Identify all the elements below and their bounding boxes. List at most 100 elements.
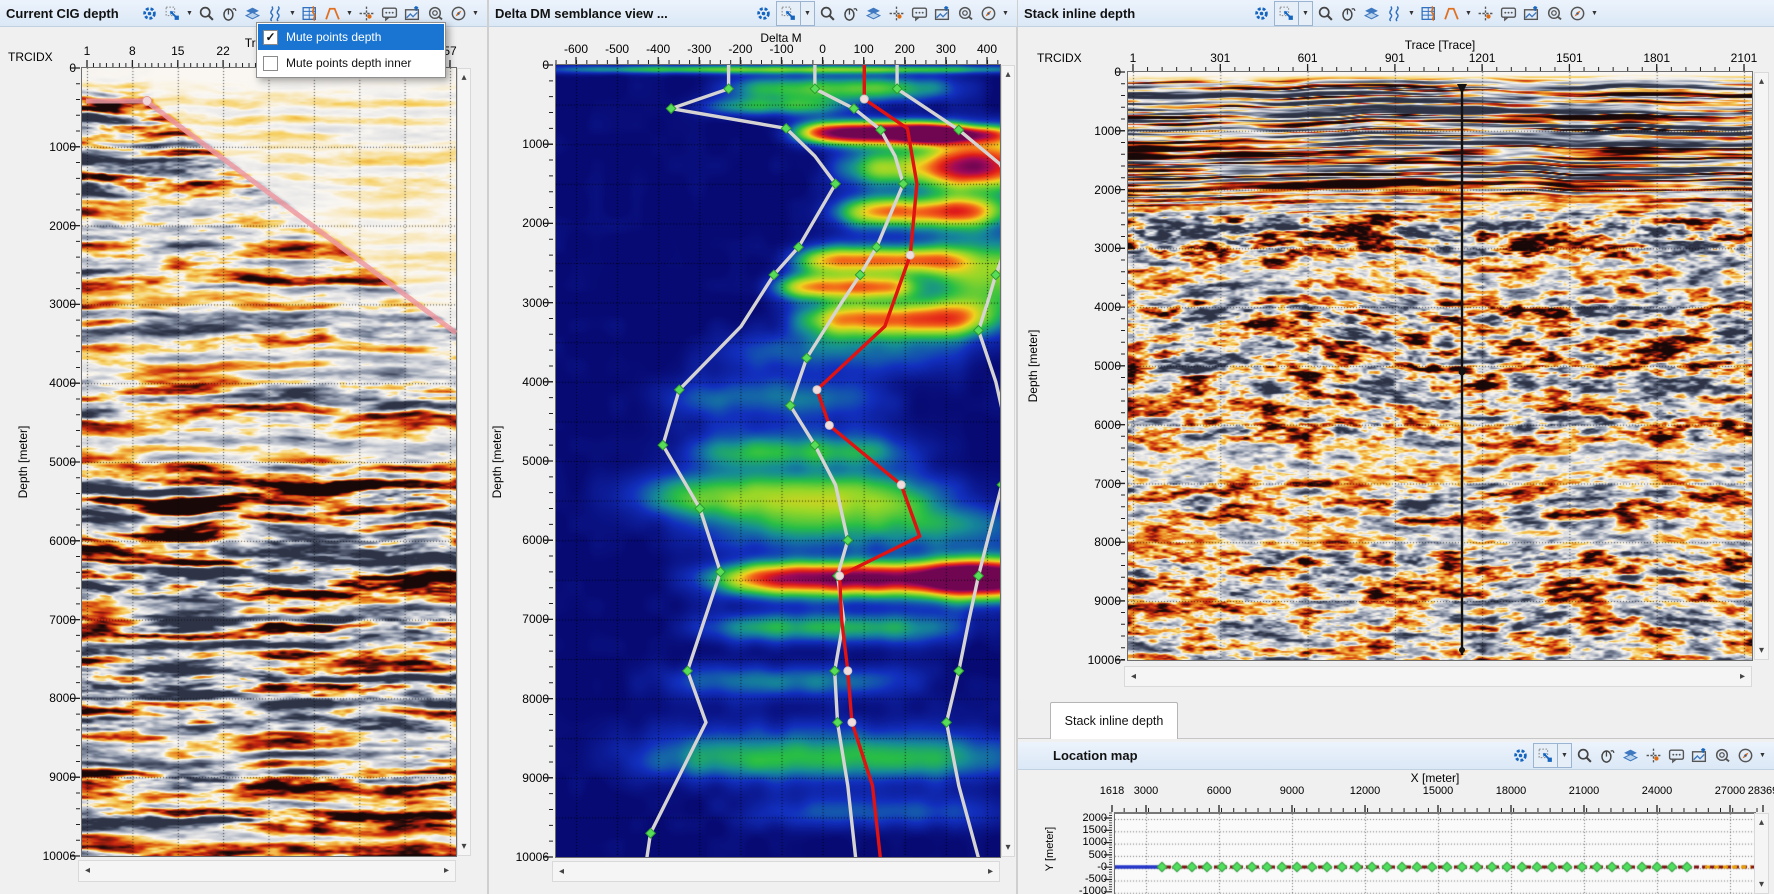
scroll-arrow[interactable]: ▾ — [1755, 644, 1768, 657]
chevron-down-icon[interactable]: ▼ — [801, 10, 814, 17]
panel-title: Current CIG depth — [6, 6, 119, 21]
chevron-down-icon[interactable]: ▼ — [184, 10, 195, 17]
semblance-image[interactable] — [556, 65, 1000, 857]
chevron-down-icon[interactable]: ▼ — [1406, 10, 1417, 17]
image-export-icon[interactable] — [1520, 2, 1543, 25]
app-root: Current CIG depth ▼▼▼▼ Delta DM semblanc… — [0, 0, 1774, 894]
compass-icon[interactable] — [1566, 2, 1589, 25]
menu-item-mute-points-depth[interactable]: ✓ Mute points depth — [258, 24, 444, 50]
scroll-arrow[interactable]: ◂ — [555, 862, 568, 881]
stack-seismic-image[interactable] — [1128, 72, 1752, 660]
scroll-arrow[interactable]: ▸ — [440, 861, 453, 881]
cig-h-scrollbar[interactable]: ◂▸ — [78, 860, 456, 882]
mouse-icon[interactable] — [1337, 2, 1360, 25]
scroll-arrow[interactable]: ▾ — [1755, 878, 1768, 891]
crosshair-icon[interactable] — [885, 2, 908, 25]
tab-stack-inline-depth[interactable]: Stack inline depth — [1050, 702, 1178, 739]
chevron-down-icon[interactable]: ▼ — [470, 10, 481, 17]
zoom-icon[interactable] — [1314, 2, 1337, 25]
gear-icon[interactable] — [138, 2, 161, 25]
scroll-arrow[interactable]: ◂ — [1127, 667, 1140, 686]
select-button-group: ▼ — [1533, 743, 1572, 768]
chevron-down-icon[interactable]: ▼ — [1463, 10, 1474, 17]
crosshair-icon[interactable] — [1474, 2, 1497, 25]
cig-plot[interactable] — [81, 67, 457, 857]
zoom-icon[interactable] — [1573, 744, 1596, 767]
semblance-plot[interactable] — [555, 64, 1001, 858]
scroll-arrow[interactable]: ▴ — [458, 71, 470, 84]
wiggle-icon[interactable] — [1383, 2, 1406, 25]
zoom-1-1-icon[interactable] — [954, 2, 977, 25]
stack-plot[interactable] — [1127, 71, 1753, 661]
semblance-x-axis-label: Delta M — [760, 31, 801, 45]
stack-x-axis-label: Trace [Trace] — [1405, 38, 1475, 52]
checkbox-unchecked-icon — [263, 56, 278, 71]
zoom-icon[interactable] — [195, 2, 218, 25]
wiggle-table-icon[interactable] — [1417, 2, 1440, 25]
location-map-plot[interactable] — [1114, 812, 1756, 894]
scroll-arrow[interactable]: ▴ — [1002, 68, 1014, 81]
stack-h-scrollbar[interactable]: ◂▸ — [1124, 666, 1752, 687]
stack-y-axis-label: Depth [meter] — [1026, 266, 1040, 466]
scroll-arrow[interactable]: ▾ — [458, 840, 470, 853]
map-v-scrollbar[interactable]: ▴▾ — [1754, 813, 1769, 894]
layers-icon[interactable] — [862, 2, 885, 25]
menu-item-mute-points-depth-inner[interactable]: Mute points depth inner — [258, 50, 444, 76]
select-icon[interactable] — [1534, 744, 1558, 767]
toolbar: ▼▼ — [1509, 743, 1768, 768]
stack-v-scrollbar[interactable]: ▴▾ — [1754, 72, 1769, 660]
chevron-down-icon[interactable]: ▼ — [287, 10, 298, 17]
select-icon[interactable] — [777, 2, 801, 25]
mouse-icon[interactable] — [839, 2, 862, 25]
compass-icon[interactable] — [1734, 744, 1757, 767]
gear-icon[interactable] — [1250, 2, 1273, 25]
panel-header: Delta DM semblance view ... ▼▼ — [489, 0, 1017, 27]
scroll-arrow[interactable]: ▴ — [1755, 75, 1768, 88]
map-y-axis-label: Y [meter] — [1044, 805, 1056, 893]
gear-icon[interactable] — [752, 2, 775, 25]
select-icon[interactable] — [1275, 2, 1299, 25]
zoom-1-1-icon[interactable] — [1711, 744, 1734, 767]
layers-icon[interactable] — [1619, 744, 1642, 767]
mute-icon[interactable] — [1440, 2, 1463, 25]
semblance-v-scrollbar[interactable]: ▴▾ — [1001, 65, 1015, 857]
panel-header-location-map: Location map ▼▼ — [1018, 742, 1774, 770]
cig-v-scrollbar[interactable]: ▴▾ — [457, 68, 471, 856]
zoom-icon[interactable] — [816, 2, 839, 25]
layers-icon[interactable] — [1360, 2, 1383, 25]
select-icon[interactable] — [161, 2, 184, 25]
zoom-1-1-icon[interactable] — [1543, 2, 1566, 25]
scroll-arrow[interactable]: ▾ — [1002, 841, 1014, 854]
tab-label: Stack inline depth — [1065, 714, 1164, 728]
cig-x-axis-name: TRCIDX — [8, 50, 53, 64]
chevron-down-icon[interactable]: ▼ — [344, 10, 355, 17]
semblance-h-scrollbar[interactable]: ◂▸ — [552, 861, 1000, 882]
scroll-arrow[interactable]: ▸ — [1736, 667, 1749, 686]
scroll-arrow[interactable]: ▸ — [984, 862, 997, 881]
chevron-down-icon[interactable]: ▼ — [1757, 752, 1768, 759]
image-export-icon[interactable] — [931, 2, 954, 25]
comment-icon[interactable] — [1497, 2, 1520, 25]
comment-icon[interactable] — [1665, 744, 1688, 767]
compass-icon[interactable] — [977, 2, 1000, 25]
scroll-arrow[interactable]: ▴ — [1755, 816, 1768, 829]
semblance-y-axis-label: Depth [meter] — [490, 362, 504, 562]
location-map-image[interactable] — [1115, 814, 1755, 894]
chevron-down-icon[interactable]: ▼ — [1558, 752, 1571, 759]
scroll-arrow[interactable]: ◂ — [81, 861, 94, 881]
panel-title: Location map — [1024, 748, 1138, 763]
mouse-icon[interactable] — [1596, 744, 1619, 767]
panel-header: Stack inline depth ▼▼▼▼ — [1018, 0, 1774, 27]
compass-icon[interactable] — [447, 2, 470, 25]
comment-icon[interactable] — [908, 2, 931, 25]
chevron-down-icon[interactable]: ▼ — [1589, 10, 1600, 17]
context-menu: ✓ Mute points depth Mute points depth in… — [256, 22, 446, 78]
gear-icon[interactable] — [1509, 744, 1532, 767]
crosshair-icon[interactable] — [1642, 744, 1665, 767]
chevron-down-icon[interactable]: ▼ — [1000, 10, 1011, 17]
menu-item-label: Mute points depth inner — [286, 56, 411, 70]
image-export-icon[interactable] — [1688, 744, 1711, 767]
chevron-down-icon[interactable]: ▼ — [1299, 10, 1312, 17]
mouse-icon[interactable] — [218, 2, 241, 25]
cig-seismic-image[interactable] — [82, 68, 456, 856]
